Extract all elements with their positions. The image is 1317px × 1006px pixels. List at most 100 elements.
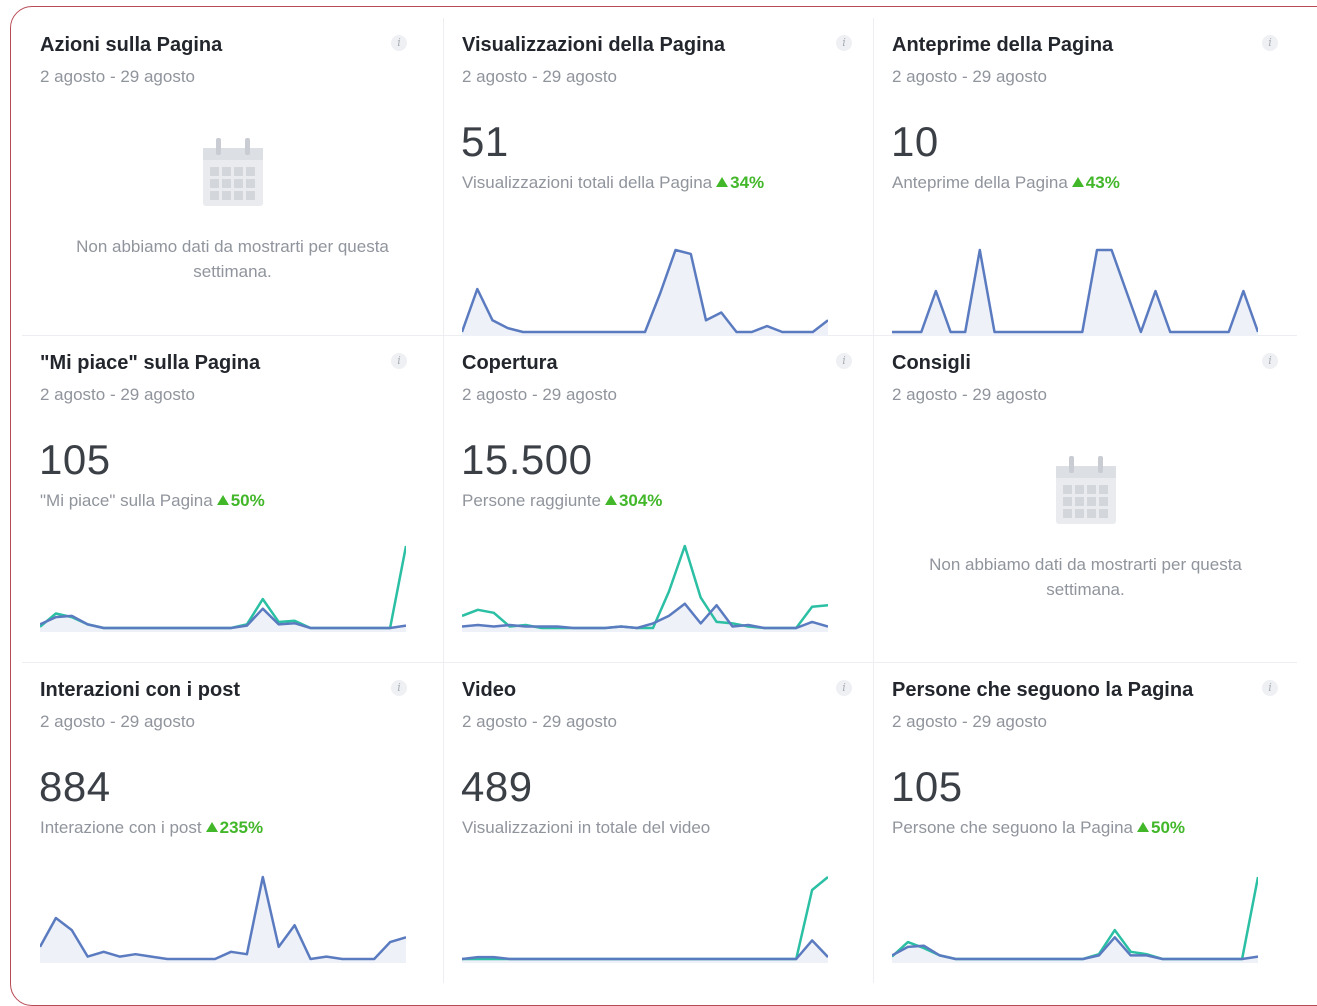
sparkline-chart: [40, 875, 406, 963]
card-title: Video: [462, 679, 517, 701]
date-range: 2 agosto - 29 agosto: [462, 385, 618, 404]
card-title: Visualizzazioni della Pagina: [462, 34, 726, 56]
sparkline-series-2: [40, 607, 406, 630]
metric-value: 15.500: [461, 436, 593, 483]
info-icon[interactable]: i: [1262, 353, 1278, 369]
metric-label: "Mi piace" sulla Pagina: [40, 491, 213, 510]
sparkline-chart: [462, 248, 828, 336]
card-title: Interazioni con i post: [40, 679, 241, 701]
sparkline-series-1: [462, 248, 828, 334]
sparkline-series-2: [462, 939, 828, 961]
empty-state: Non abbiamo dati da mostrarti per questa…: [874, 454, 1297, 602]
change-value: 34%: [730, 173, 765, 192]
card-persone-seguono[interactable]: Persone che seguono la Pagina 2 agosto - …: [874, 663, 1297, 983]
card-anteprime-pagina[interactable]: Anteprime della Pagina 2 agosto - 29 agos…: [874, 18, 1297, 336]
metric-row: Persone raggiunte 304%: [462, 491, 662, 511]
card-video[interactable]: Video 2 agosto - 29 agosto i 489 Visualizzaz…: [444, 663, 874, 983]
card-title: "Mi piace" sulla Pagina: [40, 352, 261, 374]
metric-label: Anteprime della Pagina: [892, 173, 1068, 192]
sparkline-series-2: [462, 602, 828, 630]
change-value: 43%: [1085, 173, 1120, 192]
metric-label: Persone che seguono la Pagina: [892, 818, 1134, 837]
sparkline-chart: [40, 545, 406, 632]
date-range: 2 agosto - 29 agosto: [40, 712, 196, 731]
card-title: Consigli: [892, 352, 971, 374]
date-range: 2 agosto - 29 agosto: [462, 67, 618, 86]
empty-state: Non abbiamo dati da mostrarti per questa…: [22, 136, 443, 284]
calendar-icon: [1055, 456, 1116, 524]
card-azioni-pagina[interactable]: Azioni sulla Pagina 2 agosto - 29 agosto i…: [22, 18, 444, 336]
metric-value: 105: [39, 436, 111, 483]
change-value: 304%: [618, 491, 663, 510]
up-arrow-icon: [205, 822, 218, 832]
sparkline-series-1: [40, 545, 406, 630]
up-arrow-icon: [216, 495, 229, 505]
change-badge: 235%: [205, 818, 264, 837]
metric-label: Visualizzazioni in totale del video: [462, 818, 711, 837]
date-range: 2 agosto - 29 agosto: [40, 67, 196, 86]
calendar-icon: [202, 138, 263, 206]
metric-value: 884: [39, 763, 111, 810]
card-interazioni-post[interactable]: Interazioni con i post 2 agosto - 29 agos…: [22, 663, 444, 983]
change-badge: 304%: [604, 491, 663, 510]
date-range: 2 agosto - 29 agosto: [462, 712, 618, 731]
metric-row: Persone che seguono la Pagina 50%: [892, 818, 1185, 838]
metric-row: Anteprime della Pagina 43%: [892, 173, 1120, 193]
change-badge: 50%: [216, 491, 265, 510]
card-title: Copertura: [462, 352, 558, 374]
sparkline-series-1: [462, 544, 828, 630]
metric-label: Persone raggiunte: [462, 491, 601, 510]
info-icon[interactable]: i: [1262, 35, 1278, 51]
sparkline-series-1: [892, 248, 1258, 334]
card-title: Azioni sulla Pagina: [40, 34, 223, 56]
sparkline-chart: [892, 248, 1258, 336]
card-title: Persone che seguono la Pagina: [892, 679, 1194, 701]
metric-row: "Mi piace" sulla Pagina 50%: [40, 491, 265, 511]
metric-value: 489: [461, 763, 533, 810]
metric-value: 10: [891, 118, 939, 165]
empty-message: Non abbiamo dati da mostrarti per questa…: [929, 555, 1242, 599]
metric-label: Interazione con i post: [40, 818, 202, 837]
info-icon[interactable]: i: [836, 35, 852, 51]
card-consigli[interactable]: Consigli 2 agosto - 29 agosto i Non abbiamo…: [874, 336, 1297, 663]
sparkline-series-1: [892, 876, 1258, 961]
sparkline-chart: [462, 876, 828, 963]
metric-row: Visualizzazioni totali della Pagina 34%: [462, 173, 764, 193]
sparkline-area: [40, 877, 406, 963]
info-icon[interactable]: i: [836, 680, 852, 696]
card-copertura[interactable]: Copertura 2 agosto - 29 agosto i 15.500 Pers…: [444, 336, 874, 663]
sparkline-series-1: [462, 876, 828, 961]
up-arrow-icon: [1071, 177, 1084, 187]
info-icon[interactable]: i: [391, 353, 407, 369]
change-badge: 34%: [716, 173, 764, 192]
date-range: 2 agosto - 29 agosto: [892, 385, 1048, 404]
change-badge: 43%: [1071, 173, 1120, 192]
change-value: 235%: [219, 818, 264, 837]
sparkline-series-2: [892, 936, 1258, 961]
date-range: 2 agosto - 29 agosto: [892, 712, 1048, 731]
insights-grid: Azioni sulla Pagina 2 agosto - 29 agosto i…: [22, 18, 1297, 983]
info-icon[interactable]: i: [1262, 680, 1278, 696]
up-arrow-icon: [1137, 822, 1150, 832]
sparkline-series-1: [40, 875, 406, 961]
card-title: Anteprime della Pagina: [892, 34, 1114, 56]
info-icon[interactable]: i: [391, 680, 407, 696]
change-value: 50%: [230, 491, 265, 510]
card-mi-piace-pagina[interactable]: "Mi piace" sulla Pagina 2 agosto - 29 ago…: [22, 336, 444, 663]
sparkline-chart: [892, 876, 1258, 963]
change-value: 50%: [1151, 818, 1186, 837]
metric-value: 105: [891, 763, 963, 810]
up-arrow-icon: [604, 495, 617, 505]
metric-value: 51: [461, 118, 509, 165]
metric-row: Visualizzazioni in totale del video: [462, 818, 710, 838]
metric-label: Visualizzazioni totali della Pagina: [462, 173, 713, 192]
up-arrow-icon: [716, 177, 729, 187]
empty-message: Non abbiamo dati da mostrarti per questa…: [76, 237, 389, 281]
card-visualizzazioni-pagina[interactable]: Visualizzazioni della Pagina 2 agosto - 2…: [444, 18, 874, 336]
info-icon[interactable]: i: [391, 35, 407, 51]
sparkline-chart: [462, 544, 828, 632]
change-badge: 50%: [1137, 818, 1185, 837]
metric-row: Interazione con i post 235%: [40, 818, 263, 838]
sparkline-area: [462, 250, 828, 336]
info-icon[interactable]: i: [836, 353, 852, 369]
